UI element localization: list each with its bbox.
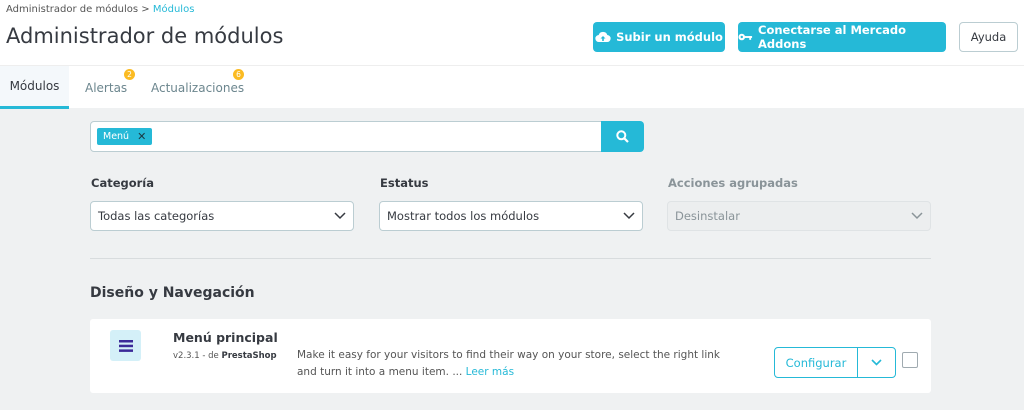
search-input[interactable]: Menú ✕	[90, 121, 602, 152]
search-button[interactable]	[601, 121, 644, 152]
search-tag: Menú ✕	[97, 128, 153, 145]
close-icon[interactable]: ✕	[137, 130, 146, 143]
tab-modules[interactable]: Módulos	[0, 66, 69, 109]
configure-button[interactable]: Configurar	[774, 347, 858, 378]
chevron-down-icon	[334, 212, 346, 220]
tab-alerts[interactable]: Alertas 2	[77, 66, 135, 109]
breadcrumb-separator: >	[141, 4, 150, 15]
module-card: Menú principal v2.3.1 - de PrestaShop Ma…	[90, 319, 931, 393]
version-text: v2.3.1 - de	[173, 351, 222, 361]
header: Administrador de módulos > Módulos Admin…	[0, 0, 1024, 109]
read-more-link[interactable]: Leer más	[466, 366, 514, 378]
module-author: PrestaShop	[221, 351, 277, 361]
tab-label: Módulos	[9, 79, 60, 93]
tag-label: Menú	[103, 131, 130, 142]
module-version: v2.3.1 - de PrestaShop	[173, 351, 277, 361]
alerts-badge: 2	[124, 69, 135, 80]
help-button[interactable]: Ayuda	[959, 22, 1018, 52]
divider	[90, 258, 931, 259]
updates-badge: 6	[233, 69, 244, 80]
cloud-upload-icon	[595, 31, 611, 43]
chevron-down-icon	[623, 212, 635, 220]
chevron-down-icon	[871, 359, 882, 366]
chevron-down-icon	[911, 212, 923, 220]
module-description: Make it easy for your visitors to find t…	[297, 347, 737, 381]
category-label: Categoría	[91, 176, 155, 190]
upload-module-button[interactable]: Subir un módulo	[593, 22, 725, 52]
tab-label: Alertas	[85, 80, 128, 95]
connect-addons-button[interactable]: Conectarse al Mercado Addons	[738, 22, 946, 52]
category-value: Todas las categorías	[98, 209, 215, 223]
connect-label: Conectarse al Mercado Addons	[758, 23, 907, 51]
module-name: Menú principal	[173, 330, 278, 345]
menu-icon	[110, 330, 141, 361]
category-select[interactable]: Todas las categorías	[90, 201, 354, 231]
status-label: Estatus	[380, 176, 429, 190]
tab-updates[interactable]: Actualizaciones 6	[143, 66, 252, 109]
tab-label: Actualizaciones	[151, 80, 245, 95]
section-title: Diseño y Navegación	[90, 285, 255, 301]
upload-label: Subir un módulo	[616, 30, 723, 44]
breadcrumb-parent[interactable]: Administrador de módulos	[6, 4, 138, 15]
module-checkbox[interactable]	[902, 352, 918, 368]
module-actions-dropdown[interactable]	[857, 347, 896, 378]
bulk-value: Desinstalar	[675, 209, 740, 223]
status-select[interactable]: Mostrar todos los módulos	[379, 201, 643, 231]
bulk-actions-label: Acciones agrupadas	[668, 176, 798, 190]
status-value: Mostrar todos los módulos	[387, 209, 540, 223]
key-icon	[738, 33, 753, 41]
tabs: Módulos Alertas 2 Actualizaciones 6	[0, 65, 1024, 109]
breadcrumb: Administrador de módulos > Módulos	[6, 4, 194, 15]
search-icon	[616, 130, 629, 143]
page-title: Administrador de módulos	[6, 24, 284, 48]
bulk-actions-select[interactable]: Desinstalar	[667, 201, 931, 231]
breadcrumb-current[interactable]: Módulos	[153, 4, 195, 15]
